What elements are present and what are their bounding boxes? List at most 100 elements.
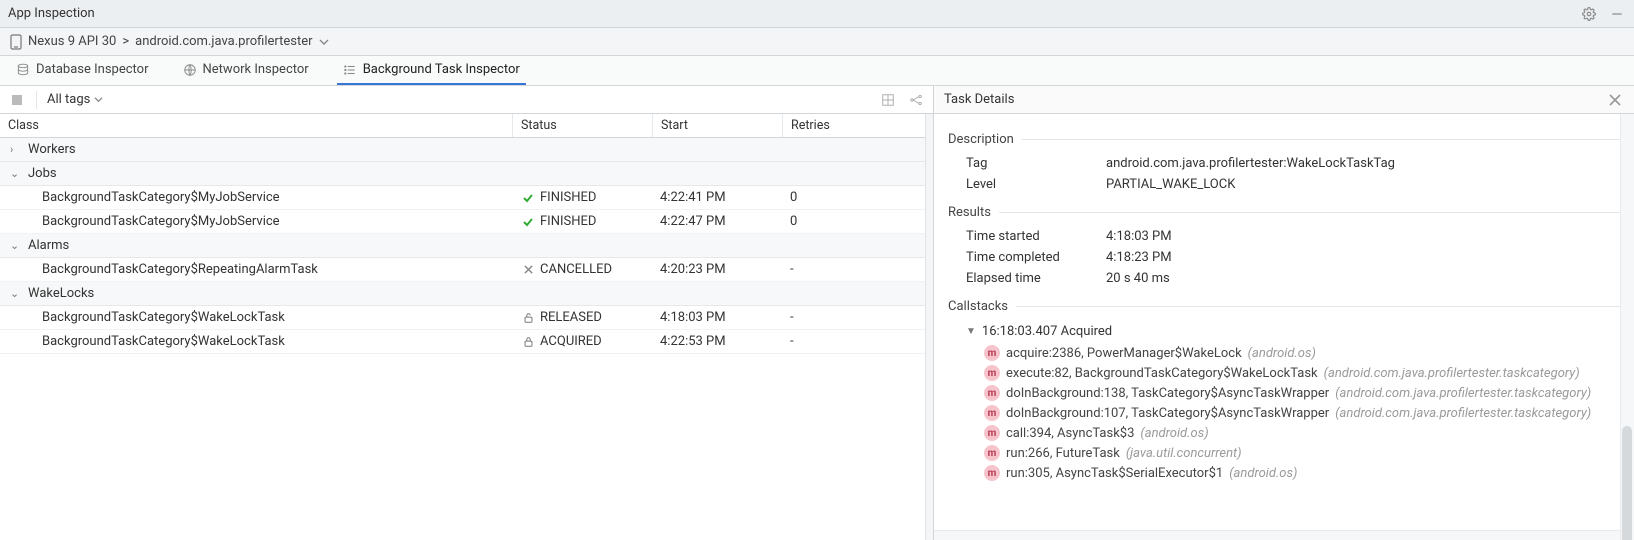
cell-retries: - [782,306,932,329]
chevron-down-icon: ⌄ [10,287,22,300]
section-description: Description [948,132,1620,147]
minimize-icon[interactable] [1608,5,1626,23]
desc-tag-value: android.com.java.profilertester:WakeLock… [1106,156,1395,171]
task-list-toolbar: All tags [0,86,933,114]
database-icon [16,63,30,77]
tab-network-label: Network Inspector [203,62,309,77]
status-icon [520,264,536,275]
tag-filter-dropdown[interactable]: All tags [47,92,103,107]
table-row[interactable]: BackgroundTaskCategory$WakeLockTaskACQUI… [0,330,932,354]
res-elapsed-key: Elapsed time [966,271,1086,286]
desc-tag-key: Tag [966,156,1086,171]
stack-frame[interactable]: mdoInBackground:138, TaskCategory$AsyncT… [948,383,1620,403]
group-row[interactable]: ⌄ WakeLocks [0,282,932,306]
stop-icon[interactable] [8,91,26,109]
chevron-down-icon [94,95,103,104]
vertical-scrollbar[interactable] [925,114,933,540]
cell-start: 4:18:03 PM [652,306,782,329]
cell-start: 4:22:41 PM [652,186,782,209]
method-icon: m [984,405,1000,421]
status-icon [520,192,536,204]
stack-frame[interactable]: macquire:2386, PowerManager$WakeLock (an… [948,343,1620,363]
cell-retries: 0 [782,186,932,209]
tab-background-task-inspector[interactable]: Background Task Inspector [337,56,526,85]
gear-icon[interactable] [1580,5,1598,23]
close-icon[interactable] [1606,91,1624,109]
section-results: Results [948,205,1620,220]
inspector-tabs: Database Inspector Network Inspector Bac… [0,56,1634,86]
table-row[interactable]: BackgroundTaskCategory$MyJobServiceFINIS… [0,210,932,234]
group-name: Jobs [28,166,57,181]
res-completed-value: 4:18:23 PM [1106,250,1172,265]
task-table-header: Class Status Start Retries [0,114,933,138]
tag-filter-label: All tags [47,92,90,107]
chevron-down-icon [319,37,329,47]
titlebar: App Inspection [0,0,1634,28]
details-scrollbar-thumb[interactable] [1622,426,1632,540]
res-completed-key: Time completed [966,250,1086,265]
status-icon [520,216,536,228]
col-header-start[interactable]: Start [653,114,783,137]
group-name: Workers [28,142,76,157]
group-row[interactable]: ⌄Jobs [0,162,932,186]
group-row[interactable]: ⌄Alarms [0,234,932,258]
status-icon [520,312,536,324]
frame-package: (android.com.java.profilertester.taskcat… [1324,366,1580,381]
breadcrumb-separator: > [122,34,129,49]
method-icon: m [984,365,1000,381]
breadcrumb[interactable]: Nexus 9 API 30 > android.com.java.profil… [0,28,1634,56]
cell-start: 4:22:53 PM [652,330,782,353]
task-table-body: ›Workers⌄JobsBackgroundTaskCategory$MyJo… [0,138,933,540]
stack-frame[interactable]: m execute:82, BackgroundTaskCategory$Wake… [948,363,1620,383]
frame-signature: acquire:2386, PowerManager$WakeLock [1006,346,1242,361]
stack-frame[interactable]: mdoInBackground:107, TaskCategory$AsyncT… [948,403,1620,423]
task-list-panel: All tags Class Status Start Retries [0,86,934,540]
cell-status: FINISHED [512,186,652,209]
table-row[interactable]: BackgroundTaskCategory$WakeLockTaskRELEA… [0,306,932,330]
task-details-header: Task Details [934,86,1634,114]
details-horizontal-scrollbar[interactable] [934,530,1620,540]
group-name: WakeLocks [28,286,94,301]
cell-start: 4:20:23 PM [652,258,782,281]
stack-frame[interactable]: mcall:394, AsyncTask$3 (android.os) [948,423,1620,443]
frame-package: (android.com.java.profilertester.taskcat… [1335,406,1591,421]
task-details-title: Task Details [944,92,1014,107]
res-started-key: Time started [966,229,1086,244]
status-icon [520,336,536,348]
cell-class: BackgroundTaskCategory$WakeLockTask [0,306,512,329]
col-header-status[interactable]: Status [513,114,653,137]
frame-package: (android.os) [1140,426,1208,441]
stack-frame[interactable]: mrun:266, FutureTask (java.util.concurre… [948,443,1620,463]
tab-background-label: Background Task Inspector [363,62,520,77]
table-view-icon[interactable] [879,91,897,109]
res-started-value: 4:18:03 PM [1106,229,1172,244]
section-results-label: Results [948,205,991,220]
method-icon: m [984,465,1000,481]
globe-icon [183,63,197,77]
callstack-entry-header[interactable]: ▼ 16:18:03.407 Acquired [948,320,1620,343]
cell-class: BackgroundTaskCategory$MyJobService [0,186,512,209]
cell-status: ACQUIRED [512,330,652,353]
cell-start: 4:22:47 PM [652,210,782,233]
group-row[interactable]: ›Workers [0,138,932,162]
cell-class: BackgroundTaskCategory$RepeatingAlarmTas… [0,258,512,281]
tab-network-inspector[interactable]: Network Inspector [177,56,315,85]
desc-level-value: PARTIAL_WAKE_LOCK [1106,177,1235,192]
frame-package: (android.com.java.profilertester.taskcat… [1335,386,1591,401]
section-description-label: Description [948,132,1014,147]
tab-database-inspector[interactable]: Database Inspector [10,56,155,85]
col-header-retries[interactable]: Retries [783,114,933,137]
table-row[interactable]: BackgroundTaskCategory$MyJobServiceFINIS… [0,186,932,210]
frame-package: (android.os) [1229,466,1297,481]
graph-view-icon[interactable] [907,91,925,109]
window-title: App Inspection [8,6,1580,21]
stack-frame[interactable]: mrun:305, AsyncTask$SerialExecutor$1 (an… [948,463,1620,483]
frame-package: (android.os) [1248,346,1316,361]
frame-signature: execute:82, BackgroundTaskCategory$WakeL… [1006,366,1318,381]
col-header-class[interactable]: Class [0,114,513,137]
table-row[interactable]: BackgroundTaskCategory$RepeatingAlarmTas… [0,258,932,282]
cell-class: BackgroundTaskCategory$MyJobService [0,210,512,233]
section-callstacks: Callstacks [948,299,1620,314]
breadcrumb-process: android.com.java.profilertester [135,34,312,49]
frame-package: (java.util.concurrent) [1126,446,1242,461]
